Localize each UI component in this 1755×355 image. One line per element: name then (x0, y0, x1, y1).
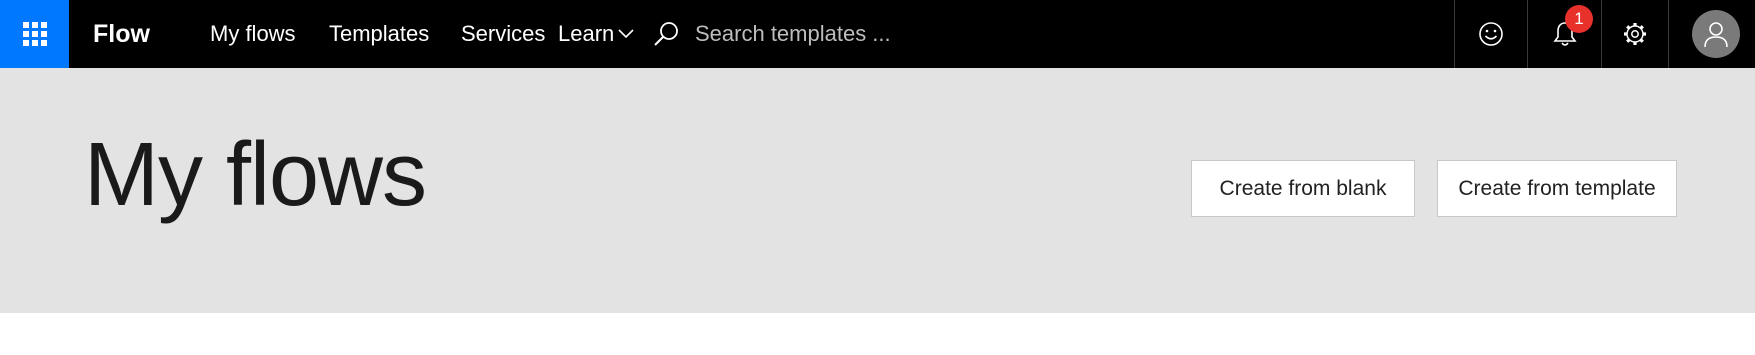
nav-learn-label: Learn (558, 21, 615, 46)
top-navigation-bar: Flow My flows Templates Services Learn 1 (0, 0, 1755, 68)
app-launcher-icon (22, 22, 47, 46)
chevron-down-icon (618, 29, 634, 38)
nav-learn[interactable]: Learn (558, 0, 634, 68)
nav-services[interactable]: Services (461, 0, 545, 68)
app-name[interactable]: Flow (93, 0, 150, 68)
smiley-icon (1479, 22, 1503, 46)
search-icon[interactable] (652, 20, 680, 48)
feedback-button[interactable] (1455, 0, 1527, 68)
create-from-template-button[interactable]: Create from template (1437, 160, 1677, 217)
notification-count-badge: 1 (1565, 5, 1593, 33)
user-icon (1704, 22, 1728, 48)
nav-my-flows[interactable]: My flows (210, 0, 296, 68)
toolbar-divider (1668, 0, 1669, 68)
settings-button[interactable] (1602, 0, 1668, 68)
nav-templates[interactable]: Templates (329, 0, 429, 68)
app-launcher-button[interactable] (0, 0, 69, 68)
gear-icon (1624, 23, 1646, 45)
search-input[interactable] (695, 16, 1215, 52)
create-from-blank-button[interactable]: Create from blank (1191, 160, 1415, 217)
page-header: My flows Create from blank Create from t… (0, 68, 1755, 313)
page-title: My flows (84, 125, 427, 225)
avatar[interactable] (1692, 10, 1740, 58)
